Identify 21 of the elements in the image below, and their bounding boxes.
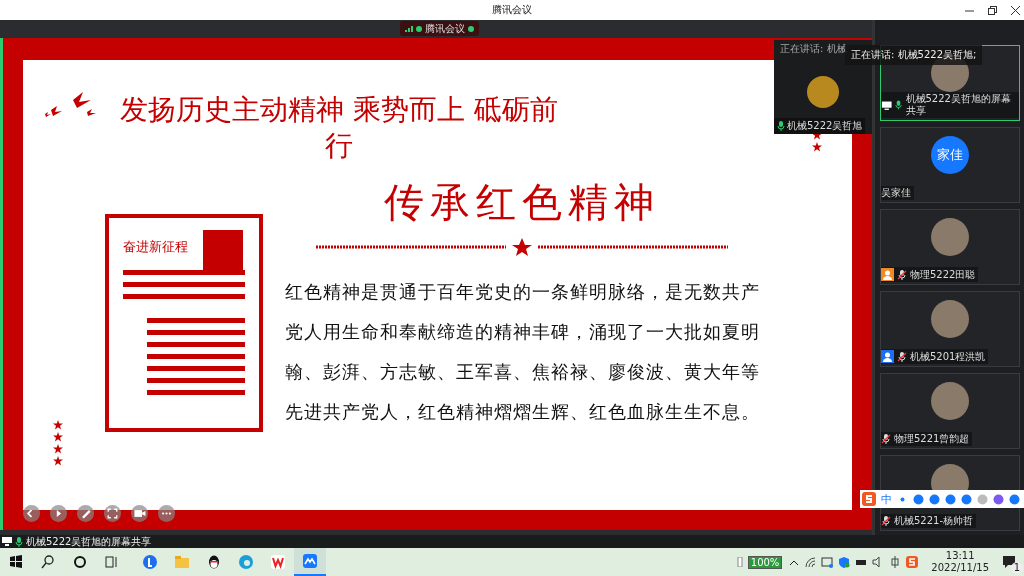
participant-name: 机械5222吴哲旭 xyxy=(787,119,863,133)
clock-date: 2022/11/15 xyxy=(931,562,989,574)
avatar: 家佳 xyxy=(931,136,969,174)
slide-heading: 发扬历史主动精神 乘势而上 砥砺前行 xyxy=(119,92,559,164)
speaking-toast: 正在讲话: 机械5222吴哲旭; xyxy=(845,45,983,65)
document-label: 奋进新征程 xyxy=(123,238,188,256)
participant-name: 吴家佳 xyxy=(881,187,911,199)
clock-time: 13:11 xyxy=(945,550,975,562)
meeting-name: 腾讯会议 xyxy=(425,21,465,36)
notification-count: 1 xyxy=(1011,562,1023,574)
window-title: 腾讯会议 xyxy=(492,3,532,17)
participant-name: 机械5221-杨帅哲 xyxy=(894,515,974,527)
participant-name: 物理5221曾韵超 xyxy=(894,433,970,445)
slide-paragraph: 红色精神是贯通于百年党史的一条鲜明脉络，是无数共产党人用生命和奉献缔造的精神丰碑，涌现了一大批如夏明翰、彭湃、方志敏、王军喜、焦裕禄、廖俊波、黄大年等先进共产党人，红色精神熠熠生辉、红色血脉生生不息。 xyxy=(283,280,761,424)
screen-share-label: 机械5222吴哲旭的屏幕共享 xyxy=(26,534,152,549)
participant-name: 机械5222吴哲旭的屏幕共享 xyxy=(905,93,1012,117)
battery-level: 100% xyxy=(747,555,783,569)
slide-title: 传承红色精神 xyxy=(384,178,660,227)
speaking-status: 正在讲话: 机械 xyxy=(780,42,847,56)
participant-name: 机械5201程洪凯 xyxy=(910,350,986,363)
participant-name: 物理5222田聪 xyxy=(910,268,976,281)
